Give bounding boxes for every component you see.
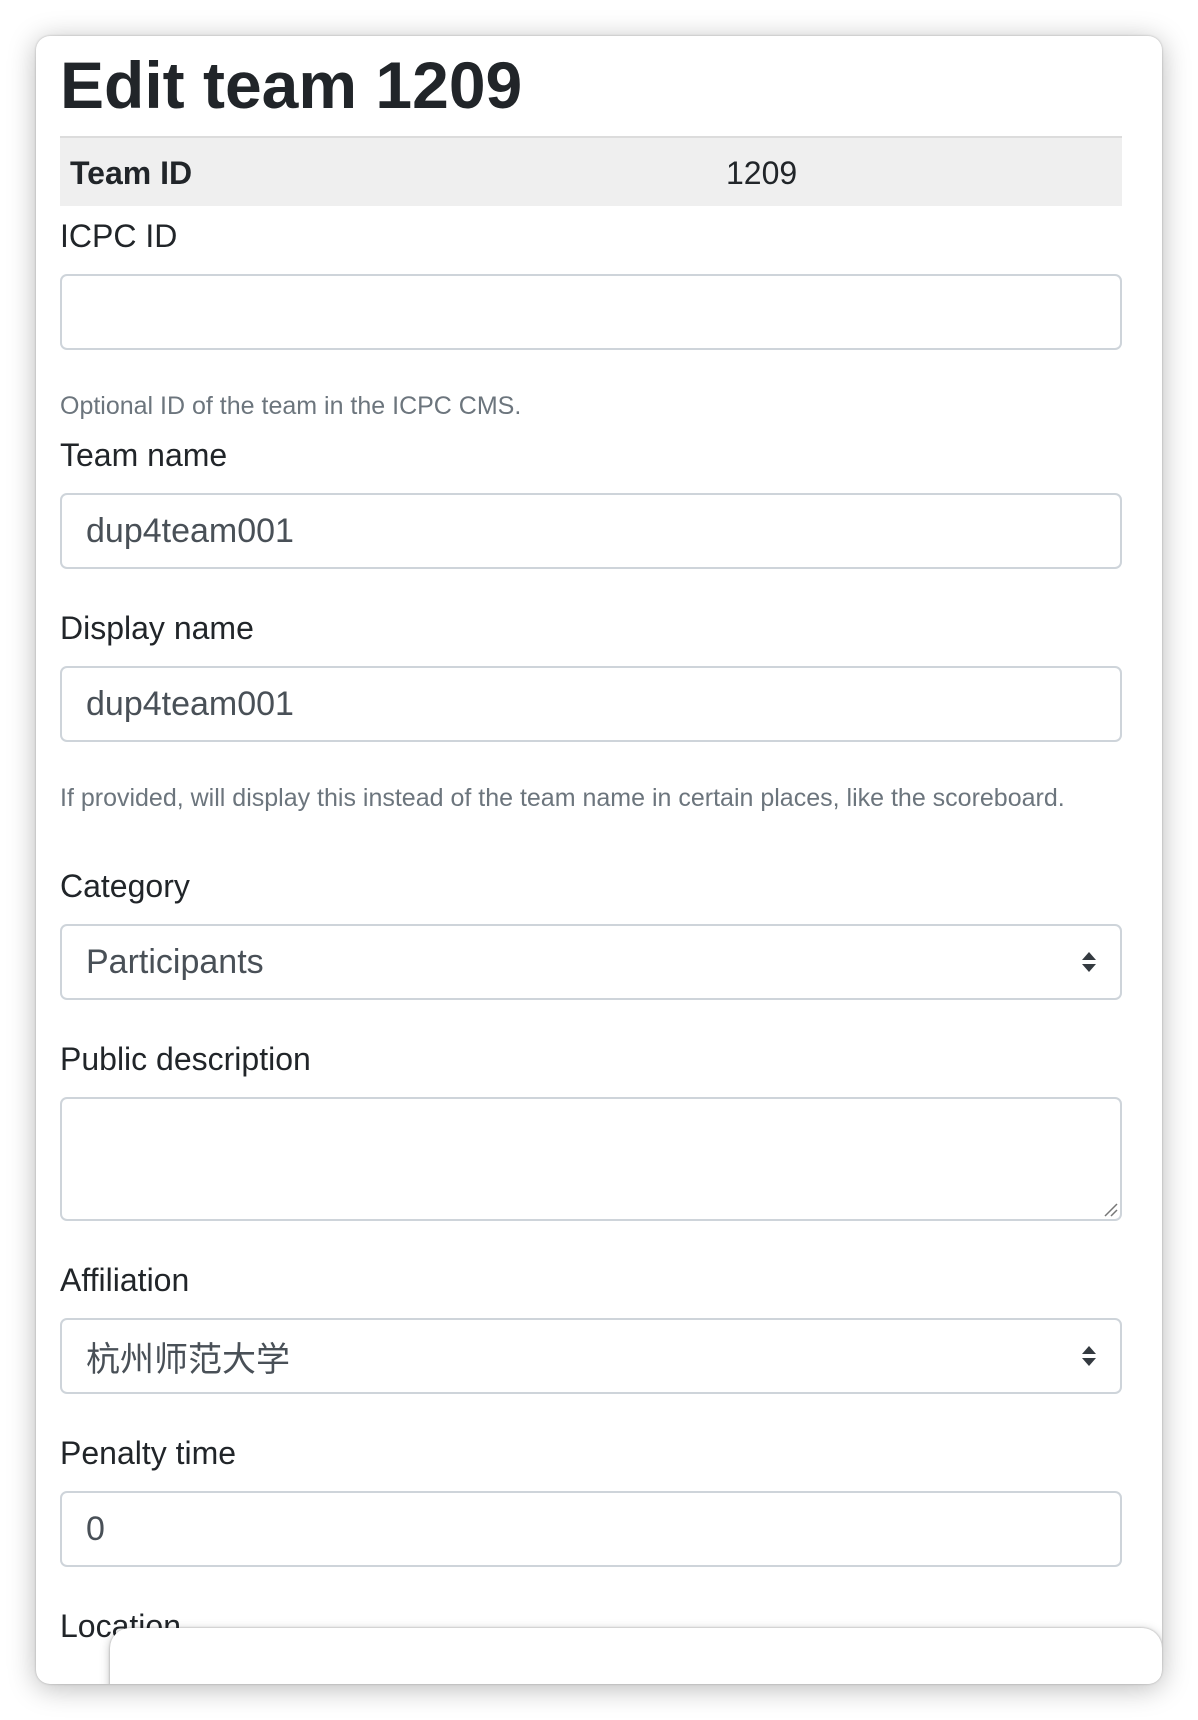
penalty-time-label: Penalty time	[60, 1435, 237, 1471]
affiliation-label: Affiliation	[60, 1262, 190, 1298]
public-description-textarea[interactable]	[60, 1097, 1122, 1221]
team-id-value: 1209	[726, 155, 798, 191]
affiliation-selected-value: 杭州师范大学	[86, 1340, 290, 1379]
page-title: Edit team 1209	[60, 48, 523, 122]
display-name-label: Display name	[60, 610, 254, 646]
affiliation-select[interactable]: 杭州师范大学	[60, 1318, 1122, 1394]
team-name-label: Team name	[60, 437, 228, 473]
team-id-label: Team ID	[70, 155, 193, 191]
team-name-input[interactable]: dup4team001	[60, 493, 1122, 569]
penalty-time-input[interactable]: 0	[60, 1491, 1122, 1567]
team-id-row: Team ID 1209	[60, 136, 1122, 206]
browser-window: Edit team 1209 Team ID 1209 ICPC ID Opti…	[36, 36, 1162, 1684]
icpc-id-label: ICPC ID	[60, 218, 178, 254]
category-selected-value: Participants	[86, 942, 264, 981]
resize-grip-icon[interactable]	[1102, 1201, 1118, 1217]
updown-caret-icon	[1082, 952, 1096, 972]
icpc-id-input[interactable]	[60, 274, 1122, 350]
display-name-help: If provided, will display this instead o…	[60, 784, 1065, 812]
updown-caret-icon	[1082, 1346, 1096, 1366]
display-name-input[interactable]: dup4team001	[60, 666, 1122, 742]
overlay-popup	[110, 1628, 1162, 1684]
category-label: Category	[60, 868, 190, 904]
category-select[interactable]: Participants	[60, 924, 1122, 1000]
public-description-label: Public description	[60, 1041, 311, 1077]
icpc-id-help: Optional ID of the team in the ICPC CMS.	[60, 392, 522, 420]
